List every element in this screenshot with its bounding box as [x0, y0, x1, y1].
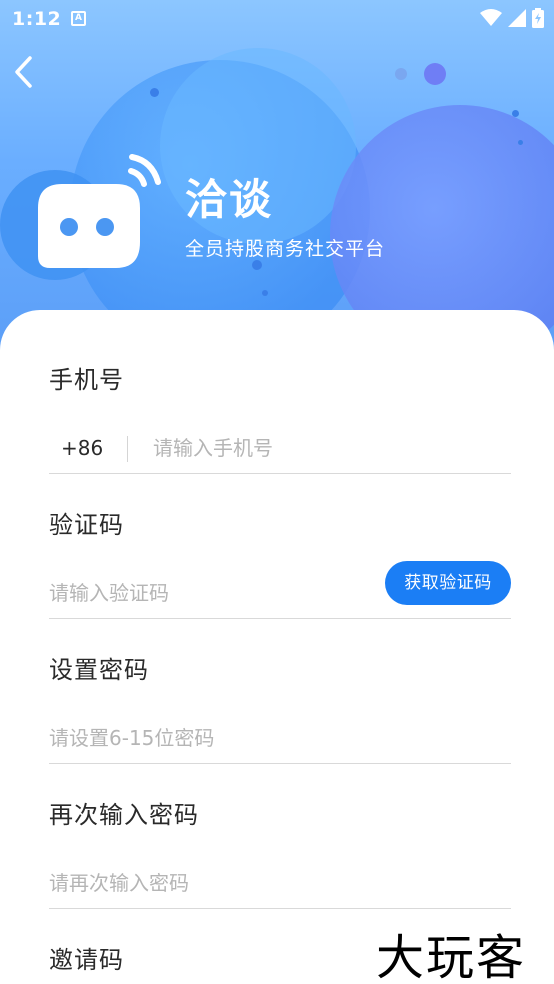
signal-icon [508, 9, 526, 27]
notification-icon: A [71, 11, 86, 26]
code-label: 验证码 [49, 511, 124, 539]
password-field: 设置密码 [49, 650, 511, 764]
get-code-button[interactable]: 获取验证码 [385, 561, 511, 605]
country-code-divider [127, 436, 128, 462]
confirm-password-field: 再次输入密码 [49, 795, 511, 909]
country-code[interactable]: +86 [61, 436, 103, 460]
app-title: 洽谈 [185, 175, 274, 224]
decor-dot [395, 68, 407, 80]
phone-row: +86 [49, 418, 511, 474]
status-time: 1:12 [12, 8, 62, 30]
password-input[interactable] [49, 726, 349, 750]
password-row [49, 708, 511, 764]
confirm-password-input[interactable] [49, 871, 349, 895]
decor-dot [150, 88, 159, 97]
password-label: 设置密码 [49, 656, 149, 684]
chat-bot-logo-icon [38, 154, 161, 268]
phone-field: 手机号 +86 [49, 360, 511, 474]
app-subtitle: 全员持股商务社交平台 [185, 238, 386, 260]
watermark: 大玩客 [376, 930, 527, 984]
phone-label: 手机号 [49, 366, 124, 394]
code-field: 验证码 获取验证码 [49, 505, 511, 619]
decor-dot [252, 260, 262, 270]
status-icons [480, 8, 544, 28]
status-bar: 1:12 A [0, 0, 554, 38]
wifi-icon [480, 9, 502, 26]
code-input[interactable] [49, 581, 349, 605]
back-arrow-icon [15, 56, 32, 88]
back-button[interactable] [8, 52, 42, 92]
battery-icon [532, 8, 544, 28]
code-row: 获取验证码 [49, 561, 511, 619]
decor-dot [518, 140, 523, 145]
decor-dot [262, 290, 268, 296]
confirm-password-row [49, 853, 511, 909]
decor-dot [512, 110, 519, 117]
phone-input[interactable] [153, 436, 453, 460]
decor-bubble [424, 63, 446, 85]
confirm-password-label: 再次输入密码 [49, 801, 199, 829]
